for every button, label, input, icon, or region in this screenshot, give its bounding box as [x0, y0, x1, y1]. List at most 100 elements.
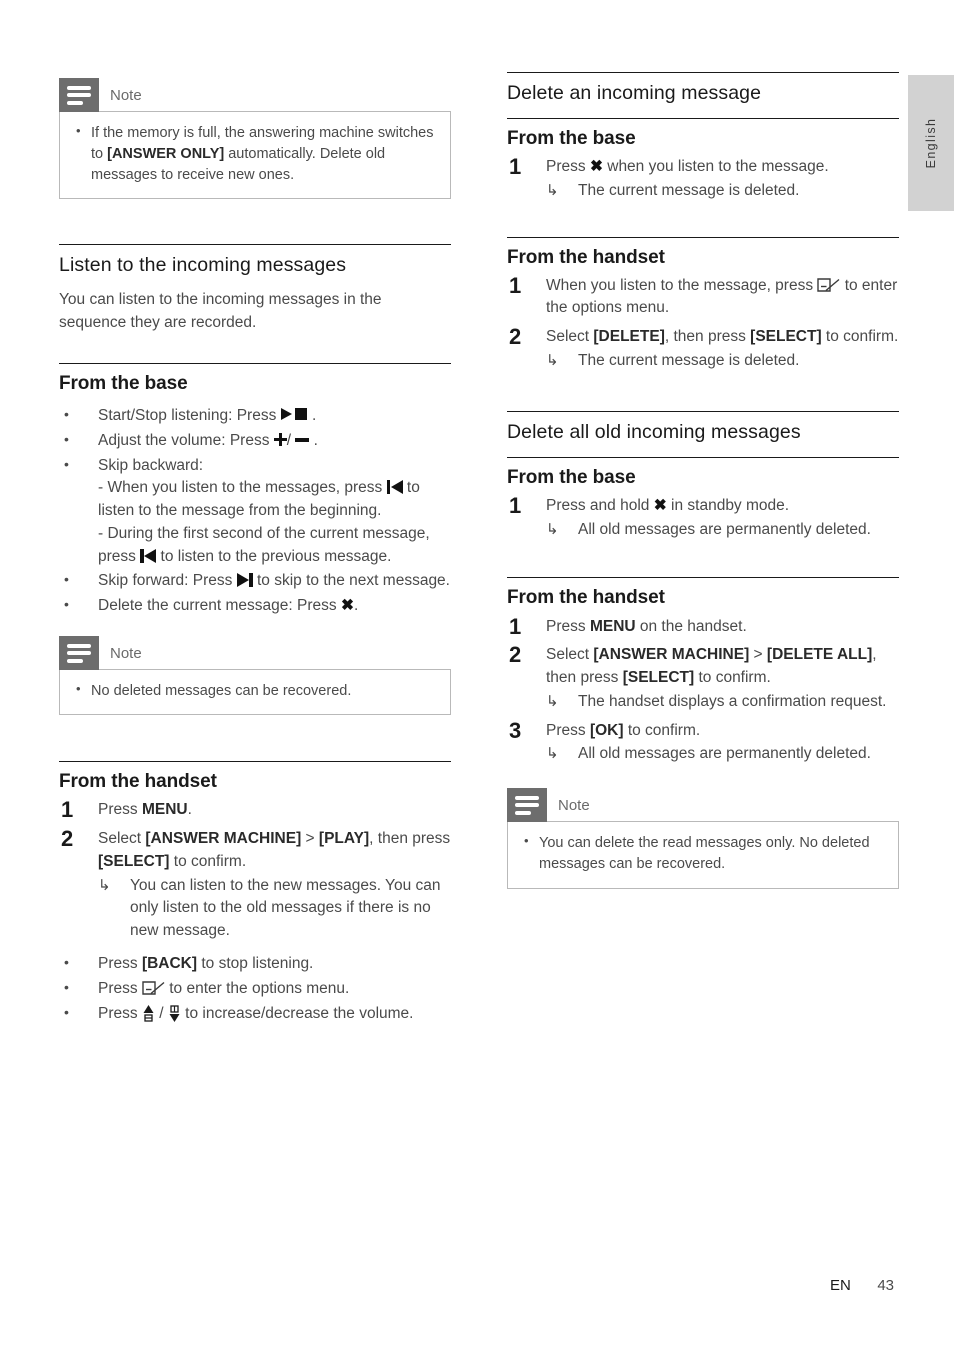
note-header: Note — [507, 788, 899, 823]
list-item-text-tail: to stop listening. — [197, 955, 314, 973]
list-item-start-stop: Start/Stop listening: Press . — [59, 404, 451, 428]
right-column: Delete an incoming message From the base… — [507, 72, 899, 889]
subsection-heading: From the base — [507, 127, 636, 149]
step-number: 1 — [61, 797, 74, 823]
subsection-from-the-base: From the base Start/Stop listening: Pres… — [59, 362, 451, 618]
step-number: 2 — [509, 324, 522, 350]
list-item-text-tail: to skip to the next message. — [252, 572, 450, 590]
step-text-bold3: [SELECT] — [622, 669, 695, 687]
result-text: The current message is deleted. — [578, 352, 800, 370]
step-3: 3 Press [OK] to confirm. ↳ All old messag… — [507, 717, 899, 767]
step-text-bold: [ANSWER MACHINE] — [145, 830, 302, 848]
subsection-rule — [507, 577, 899, 579]
subsection-rule — [507, 236, 899, 238]
list-item-skip-forward: Skip forward: Press to skip to the next … — [59, 569, 451, 593]
play-stop-icon — [280, 407, 308, 421]
note-lines-icon — [59, 78, 99, 112]
result-arrow-icon: ↳ — [98, 876, 111, 894]
section-heading: Delete an incoming message — [507, 82, 762, 104]
step-text: Select — [546, 328, 594, 346]
note-title: Note — [558, 796, 590, 814]
minus-icon — [295, 433, 310, 446]
page-footer: EN 43 — [0, 1277, 908, 1295]
step-result: ↳ The handset displays a confirmation req… — [546, 691, 899, 714]
note-read-only: Note You can delete the read messages on… — [507, 788, 899, 889]
note-body: No deleted messages can be recovered. — [59, 669, 451, 716]
x-delete-icon: ✖ — [340, 597, 354, 615]
base-steps: 1 Press and hold ✖ in standby mode. ↳ All… — [507, 493, 899, 542]
list-item-text: Adjust the volume: Press — [98, 431, 274, 449]
step-text: Select — [98, 830, 146, 848]
step-1: 1 Press MENU. — [59, 797, 451, 823]
subsection-heading: From the handset — [507, 587, 665, 609]
list-item-skip-backward: Skip backward: - When you listen to the … — [59, 454, 451, 569]
list-item-text-tail: to enter the options menu. — [164, 979, 350, 997]
step-1: 1 Press MENU on the handset. — [507, 614, 899, 639]
note-item: No deleted messages can be recovered. — [74, 680, 436, 702]
step-result: ↳ All old messages are permanently delete… — [546, 519, 899, 542]
subsection-heading: From the base — [507, 466, 636, 488]
step-result: ↳ The current message is deleted. — [546, 180, 899, 203]
step-text: Press — [546, 617, 590, 635]
step-number: 1 — [509, 153, 522, 179]
step-text-bold3: [SELECT] — [98, 852, 170, 870]
step-text-tail: . — [187, 801, 192, 819]
step-text-bold2: [SELECT] — [750, 328, 822, 346]
note-body: You can delete the read messages only. N… — [507, 821, 899, 889]
step-text: Press — [98, 801, 142, 819]
subsection-from-the-handset: From the handset 1 Press MENU. 2 Select … — [59, 761, 451, 1025]
note-lines-icon — [507, 788, 547, 823]
list-item-options-menu: Press to enter the options menu. — [59, 977, 451, 1001]
language-tab-label: English — [924, 117, 938, 169]
step-text-bold: [DELETE] — [593, 328, 665, 346]
volume-down-key-icon — [168, 1004, 181, 1023]
step-text-bold: [ANSWER MACHINE] — [593, 646, 750, 664]
step-number: 1 — [509, 272, 522, 298]
step-text-mid: > — [749, 646, 767, 664]
language-tab: English — [908, 75, 954, 211]
note-text-bold: [ANSWER ONLY] — [107, 146, 225, 163]
list-item-text-tail: to increase/decrease the volume. — [180, 1004, 414, 1022]
section-listen-incoming: Listen to the incoming messages You can … — [59, 244, 451, 334]
list-item-text: Press — [98, 955, 142, 973]
handset-steps: 1 When you listen to the message, press … — [507, 272, 899, 373]
section-rule — [59, 244, 451, 246]
subsection-rule — [507, 117, 899, 119]
list-item-text: Start/Stop listening: Press — [98, 406, 281, 424]
result-text: All old messages are permanently deleted… — [578, 745, 871, 763]
result-arrow-icon: ↳ — [546, 520, 559, 538]
step-text-mid2: , then press — [369, 830, 451, 848]
detail-text: - When you listen to the messages, press — [98, 479, 387, 497]
list-item-back: Press [BACK] to stop listening. — [59, 952, 451, 976]
subsection-from-the-base: From the base 1 Press ✖ when you listen … — [507, 117, 899, 203]
step-text: When you listen to the message, press — [546, 276, 818, 294]
step-text-bold: MENU — [141, 801, 188, 819]
step-text: Press — [546, 721, 590, 739]
note-item: You can delete the read messages only. N… — [522, 832, 884, 875]
result-text: The handset displays a confirmation requ… — [578, 692, 887, 710]
result-text: All old messages are permanently deleted… — [578, 520, 871, 538]
subsection-heading: From the handset — [59, 771, 217, 793]
section-heading: Delete all old incoming messages — [507, 420, 801, 443]
step-2: 2 Select [DELETE], then press [SELECT] t… — [507, 324, 899, 373]
skip-backward-detail-2: - During the first second of the current… — [98, 523, 451, 569]
detail-text-tail: to listen to the previous message. — [156, 547, 392, 565]
list-item-separator: / — [286, 431, 292, 449]
step-text-tail: in standby mode. — [666, 496, 790, 514]
result-arrow-icon: ↳ — [546, 352, 559, 370]
subsection-from-the-base: From the base 1 Press and hold ✖ in stan… — [507, 456, 899, 542]
left-column: Note If the memory is full, the answerin… — [59, 78, 451, 1025]
step-number: 2 — [509, 642, 522, 668]
base-controls-list: Start/Stop listening: Press . Adjust the… — [59, 404, 451, 618]
x-delete-icon: ✖ — [653, 496, 667, 514]
list-item-text: Press — [98, 1004, 142, 1022]
list-item-separator: / — [154, 1004, 168, 1022]
list-item-text-bold: [BACK] — [141, 955, 198, 973]
step-text-tail: when you listen to the message. — [602, 157, 829, 175]
list-item-text-tail: . — [307, 406, 317, 424]
handset-steps: 1 Press MENU on the handset. 2 Select [A… — [507, 614, 899, 767]
step-text-bold: MENU — [589, 617, 636, 635]
step-text-tail: to confirm. — [169, 852, 247, 870]
step-number: 3 — [509, 717, 522, 743]
x-delete-icon: ✖ — [589, 157, 603, 175]
